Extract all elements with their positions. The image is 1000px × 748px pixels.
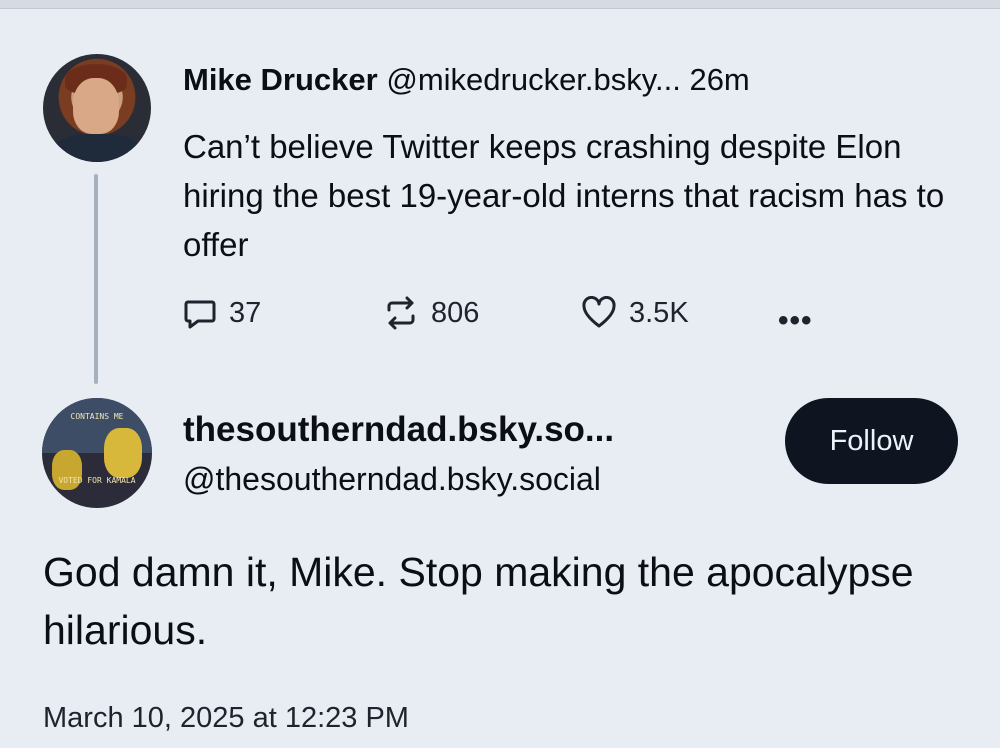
speech-bubble-icon <box>184 300 216 329</box>
like-count: 3.5K <box>629 296 689 329</box>
repost-count: 806 <box>431 296 480 329</box>
reply-post-text: God damn it, Mike. Stop making the apoca… <box>43 549 914 653</box>
repost-arrows-icon <box>387 296 415 330</box>
parent-post-text: Can’t believe Twitter keeps crashing des… <box>183 128 945 263</box>
thread-connector-line <box>94 174 98 384</box>
reply-author-name[interactable]: thesoutherndad.bsky.so... <box>183 408 614 452</box>
parent-author-avatar[interactable] <box>43 54 151 162</box>
reply-timestamp: March 10, 2025 at 12:23 PM <box>43 702 409 734</box>
like-button[interactable]: 3.5K <box>581 296 689 330</box>
avatar-banner-top: CONTAINS ME <box>70 412 124 421</box>
parent-post-age[interactable]: 26m <box>689 62 749 97</box>
avatar-banner-bottom: VOTED FOR KAMALA <box>58 476 136 485</box>
parent-author-row: Mike Drucker @mikedrucker.bsky... 26m <box>183 60 750 100</box>
parent-author-name[interactable]: Mike Drucker <box>183 62 378 97</box>
parent-post-actions: 37 806 3.5K ••• <box>183 296 843 342</box>
reply-author-avatar[interactable]: CONTAINS ME VOTED FOR KAMALA <box>42 398 152 508</box>
follow-button[interactable]: Follow <box>785 398 958 484</box>
parent-post[interactable]: Mike Drucker @mikedrucker.bsky... 26m Ca… <box>0 0 1000 390</box>
reply-author-handle[interactable]: @thesoutherndad.bsky.social <box>183 458 601 500</box>
reply-count: 37 <box>229 296 262 329</box>
avatar-shirt <box>53 134 141 162</box>
avatar-face <box>73 78 119 134</box>
heart-icon <box>582 296 616 328</box>
parent-author-handle[interactable]: @mikedrucker.bsky... <box>386 62 680 97</box>
more-options-button[interactable]: ••• <box>778 304 813 338</box>
avatar-cartoon-figure <box>104 428 142 478</box>
repost-button[interactable]: 806 <box>383 296 479 330</box>
ellipsis-icon: ••• <box>778 304 813 337</box>
reply-button[interactable]: 37 <box>183 296 261 330</box>
